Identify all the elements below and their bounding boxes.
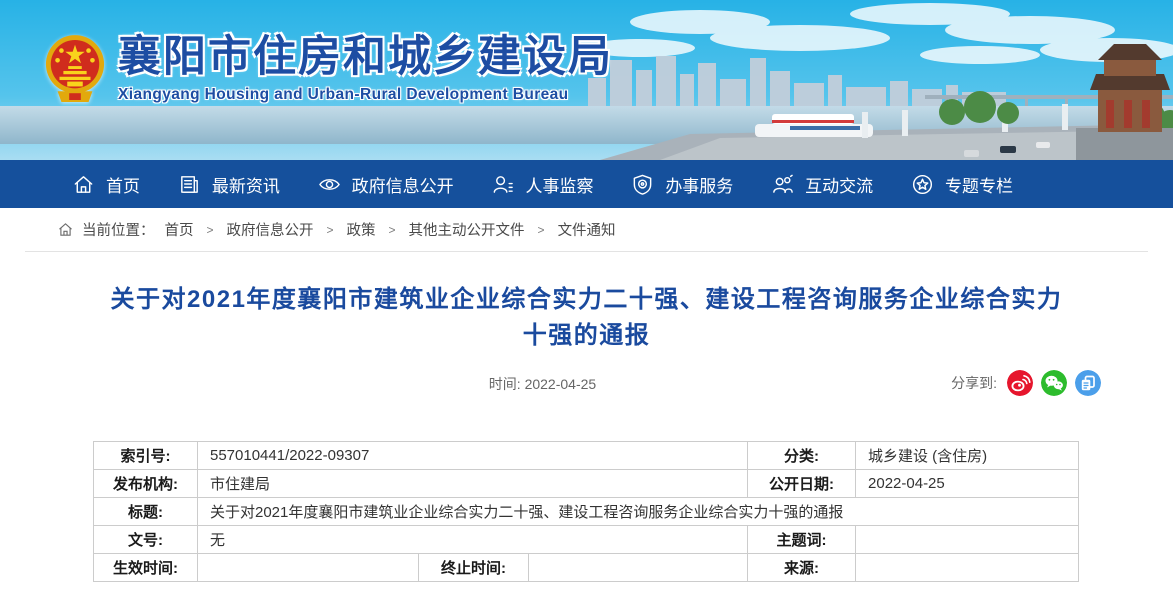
nav-item-home[interactable]: 首页: [72, 172, 140, 197]
home-icon: [72, 173, 95, 196]
nav-item-special-topics[interactable]: 专题专栏: [911, 172, 1013, 197]
news-icon: [178, 173, 201, 196]
field-label-publish-date: 公开日期:: [748, 470, 856, 498]
breadcrumb: 当前位置： 首页 > 政府信息公开 > 政策 > 其他主动公开文件 > 文件通知: [25, 208, 1148, 252]
field-value-effective-date: [198, 554, 419, 582]
page-title: 关于对2021年度襄阳市建筑业企业综合实力二十强、建设工程咨询服务企业综合实力十…: [102, 282, 1072, 354]
field-label-effective-date: 生效时间:: [94, 554, 198, 582]
site-title: 襄阳市住房和城乡建设局: [118, 32, 613, 82]
main-nav: 首页 最新资讯 政府信息公开 人事监察 办事服务 互动交流 专题专栏: [0, 160, 1173, 208]
nav-item-latest-news[interactable]: 最新资讯: [178, 172, 280, 197]
field-value-title: 关于对2021年度襄阳市建筑业企业综合实力二十强、建设工程咨询服务企业综合实力十…: [198, 498, 1079, 526]
wechat-share-icon[interactable]: [1041, 370, 1067, 396]
breadcrumb-item-gov-info[interactable]: 政府信息公开: [227, 219, 314, 240]
field-label-expiry-date: 终止时间:: [419, 554, 529, 582]
home-icon: [57, 221, 74, 238]
field-value-keywords: [856, 526, 1079, 554]
field-value-expiry-date: [529, 554, 748, 582]
field-label-title: 标题:: [94, 498, 198, 526]
nav-item-interaction[interactable]: 互动交流: [771, 172, 873, 197]
field-label-source: 来源:: [748, 554, 856, 582]
field-value-index-number: 557010441/2022-09307: [198, 442, 748, 470]
table-row: 标题: 关于对2021年度襄阳市建筑业企业综合实力二十强、建设工程咨询服务企业综…: [94, 498, 1079, 526]
weibo-share-icon[interactable]: [1007, 370, 1033, 396]
person-icon: [491, 173, 514, 196]
time-value: 2022-04-25: [525, 376, 597, 392]
page: 襄阳市住房和城乡建设局 Xiangyang Housing and Urban-…: [0, 0, 1173, 598]
site-brand: 襄阳市住房和城乡建设局 Xiangyang Housing and Urban-…: [44, 30, 613, 108]
time-label: 时间:: [489, 376, 521, 392]
nav-item-personnel-supervision[interactable]: 人事监察: [491, 172, 593, 197]
article-meta: 时间: 2022-04-25 分享到:: [0, 370, 1173, 398]
table-row: 文号: 无 主题词:: [94, 526, 1079, 554]
nav-item-gov-info-disclosure[interactable]: 政府信息公开: [318, 172, 454, 197]
field-value-publisher: 市住建局: [198, 470, 748, 498]
breadcrumb-item-policy[interactable]: 政策: [347, 219, 376, 240]
shield-icon: [631, 173, 654, 196]
share-bar: 分享到:: [951, 370, 1101, 396]
breadcrumb-item-doc-notice[interactable]: 文件通知: [558, 219, 616, 240]
copy-link-share-icon[interactable]: [1075, 370, 1101, 396]
field-label-category: 分类:: [748, 442, 856, 470]
table-row: 索引号: 557010441/2022-09307 分类: 城乡建设 (含住房): [94, 442, 1079, 470]
field-value-doc-number: 无: [198, 526, 748, 554]
header-banner: 襄阳市住房和城乡建设局 Xiangyang Housing and Urban-…: [0, 0, 1173, 160]
breadcrumb-item-home[interactable]: 首页: [165, 219, 194, 240]
people-icon: [771, 173, 794, 196]
field-value-source: [856, 554, 1079, 582]
field-label-index-number: 索引号:: [94, 442, 198, 470]
field-value-category: 城乡建设 (含住房): [856, 442, 1079, 470]
table-row: 发布机构: 市住建局 公开日期: 2022-04-25: [94, 470, 1079, 498]
document-metadata-table: 索引号: 557010441/2022-09307 分类: 城乡建设 (含住房)…: [93, 441, 1079, 582]
breadcrumb-item-other-public-docs[interactable]: 其他主动公开文件: [409, 219, 525, 240]
breadcrumb-prefix: 当前位置：: [82, 219, 155, 240]
field-label-keywords: 主题词:: [748, 526, 856, 554]
star-icon: [911, 173, 934, 196]
nav-item-services[interactable]: 办事服务: [631, 172, 733, 197]
field-label-publisher: 发布机构:: [94, 470, 198, 498]
table-row: 生效时间: 终止时间: 来源:: [94, 554, 1079, 582]
national-emblem-logo: [44, 30, 106, 108]
share-label: 分享到:: [951, 373, 997, 393]
field-value-publish-date: 2022-04-25: [856, 470, 1079, 498]
eye-icon: [318, 173, 341, 196]
field-label-doc-number: 文号:: [94, 526, 198, 554]
site-subtitle-en: Xiangyang Housing and Urban-Rural Develo…: [118, 86, 613, 104]
